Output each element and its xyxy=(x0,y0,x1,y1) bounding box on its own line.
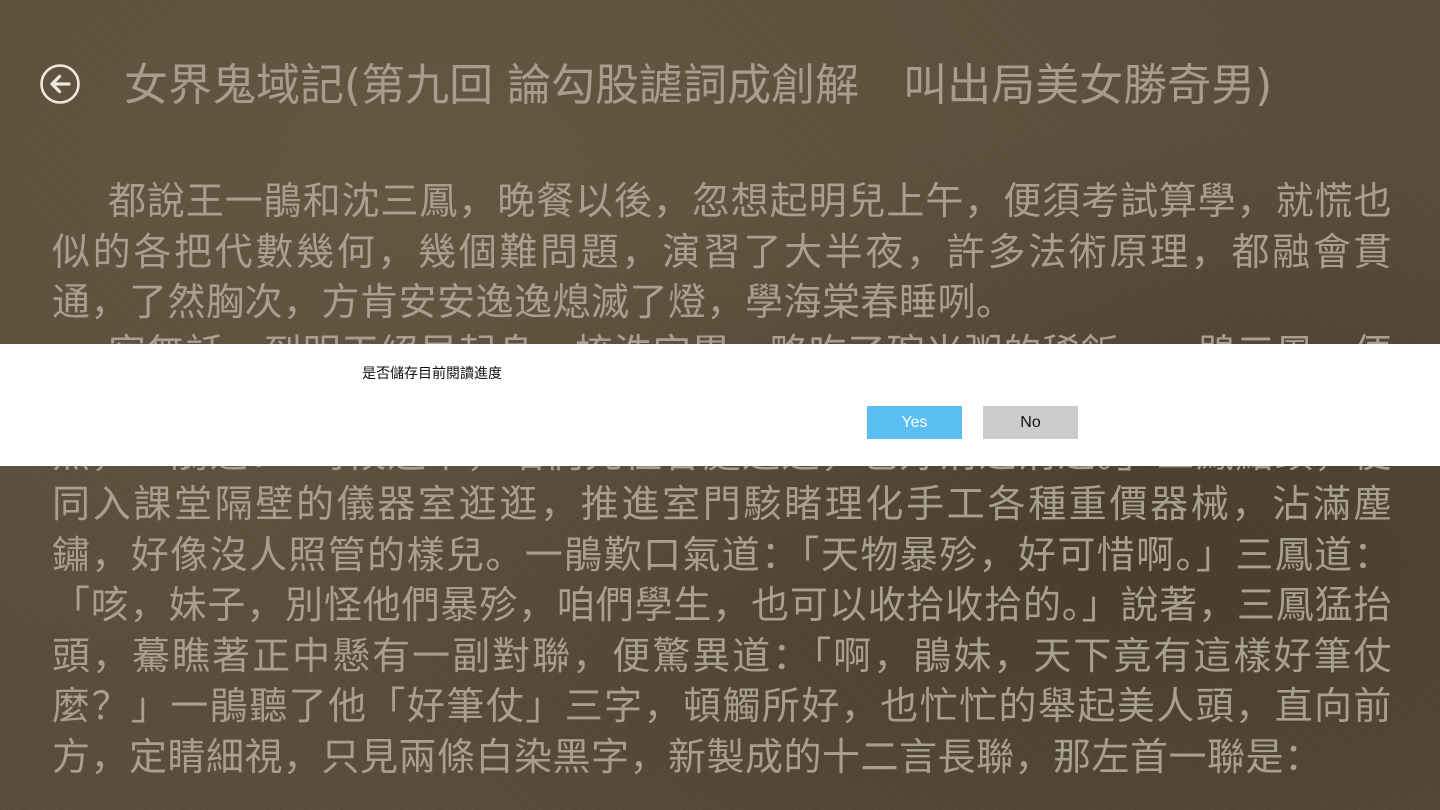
back-arrow-icon xyxy=(40,64,80,104)
chapter-title: 女界鬼域記(第九回 論勾股謔詞成創解 叫出局美女勝奇男) xyxy=(124,60,1273,111)
yes-button[interactable]: Yes xyxy=(867,406,962,439)
save-progress-dialog xyxy=(0,344,1440,466)
back-button[interactable] xyxy=(40,64,80,104)
body-paragraph: 都說王一鵑和沈三鳳，晚餐以後，忽想起明兒上午，便須考試算學，就慌也似的各把代數幾… xyxy=(52,179,1392,324)
chapter-body: 都說王一鵑和沈三鳳，晚餐以後，忽想起明兒上午，便須考試算學，就慌也似的各把代數幾… xyxy=(52,176,1392,810)
no-button[interactable]: No xyxy=(983,406,1078,439)
dialog-message: 是否儲存目前閱讀進度 xyxy=(362,366,502,382)
